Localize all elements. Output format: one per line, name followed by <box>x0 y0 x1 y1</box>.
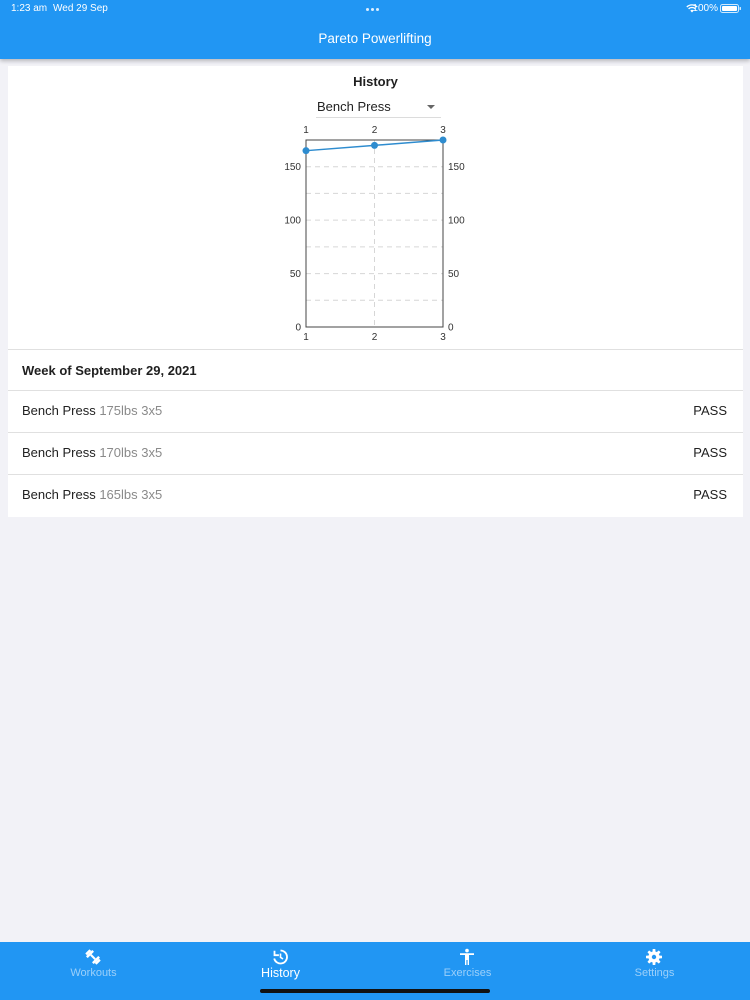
gear-icon <box>646 949 662 965</box>
row-exercise: Bench Press 165lbs 3x5 <box>22 487 163 502</box>
row-detail: 170lbs 3x5 <box>99 445 163 460</box>
data-point <box>371 141 378 149</box>
home-indicator <box>260 989 490 993</box>
history-card: History Bench Press 0 0 50 50 100 100 150 150 1 1… <box>8 66 743 517</box>
multitasking-dots-icon[interactable] <box>366 8 379 11</box>
x-tick-label-top: 1 <box>303 125 309 136</box>
history-row[interactable]: Bench Press 170lbs 3x5 PASS <box>8 433 743 474</box>
y-tick-label-right: 100 <box>448 216 465 227</box>
page-title: Pareto Powerlifting <box>318 31 432 46</box>
y-tick-label-right: 0 <box>448 323 454 334</box>
history-icon <box>273 949 288 965</box>
row-detail: 175lbs 3x5 <box>99 403 163 418</box>
row-exercise: Bench Press 175lbs 3x5 <box>22 403 163 418</box>
y-tick-label-left: 0 <box>295 323 301 334</box>
y-tick-label-right: 50 <box>448 269 460 280</box>
week-heading: Week of September 29, 2021 <box>22 363 197 378</box>
dumbbell-icon <box>85 949 101 965</box>
nav-label: Workouts <box>70 967 117 979</box>
data-point <box>302 147 310 155</box>
divider <box>8 349 743 350</box>
y-tick-label-right: 150 <box>448 162 465 173</box>
y-tick-label-left: 100 <box>284 216 301 227</box>
row-result: PASS <box>693 487 727 502</box>
row-detail: 165lbs 3x5 <box>99 487 163 502</box>
x-tick-label-bottom: 3 <box>440 332 446 343</box>
row-result: PASS <box>693 403 727 418</box>
x-tick-label-bottom: 1 <box>303 332 309 343</box>
row-result: PASS <box>693 445 727 460</box>
app-header: 1:23 am Wed 29 Sep 100% Pareto Powerlift… <box>0 0 750 59</box>
nav-label: Settings <box>634 967 675 979</box>
history-row[interactable]: Bench Press 165lbs 3x5 PASS <box>8 475 743 516</box>
status-date: Wed 29 Sep <box>53 3 108 14</box>
x-tick-label-top: 3 <box>440 125 446 136</box>
nav-item-settings[interactable]: Settings <box>561 942 748 1000</box>
nav-label: Exercises <box>443 967 492 979</box>
battery-percent: 100% <box>692 3 718 14</box>
nav-item-workouts[interactable]: Workouts <box>0 942 187 1000</box>
nav-label: History <box>261 966 300 980</box>
history-row[interactable]: Bench Press 175lbs 3x5 PASS <box>8 391 743 432</box>
status-time: 1:23 am <box>11 3 48 14</box>
x-tick-label-bottom: 2 <box>372 332 378 343</box>
y-tick-label-left: 150 <box>284 162 301 173</box>
person-icon <box>460 948 474 965</box>
x-tick-label-top: 2 <box>372 125 378 136</box>
y-tick-label-left: 50 <box>290 269 302 280</box>
row-exercise: Bench Press 170lbs 3x5 <box>22 445 163 460</box>
history-chart: 0 0 50 50 100 100 150 150 1 1 2 2 3 3 <box>284 125 465 343</box>
data-point <box>439 136 447 144</box>
battery-icon <box>720 4 741 13</box>
